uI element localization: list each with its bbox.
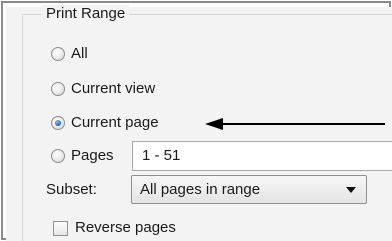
pages-input[interactable]: 1 - 51 xyxy=(132,141,392,171)
radio-pages-label: Pages xyxy=(71,147,114,164)
arrow-left-icon xyxy=(205,118,385,130)
print-range-title: Print Range xyxy=(42,5,130,23)
radio-pages-indicator[interactable] xyxy=(51,149,65,163)
radio-pages[interactable]: Pages xyxy=(51,147,114,165)
radio-all-indicator[interactable] xyxy=(51,47,65,61)
radio-current-view-label: Current view xyxy=(71,80,156,97)
subset-select[interactable]: All pages in range xyxy=(131,175,367,204)
subset-label: Subset: xyxy=(46,181,97,198)
radio-current-view-indicator[interactable] xyxy=(51,82,65,96)
reverse-pages-checkbox-row[interactable]: Reverse pages xyxy=(53,219,176,237)
subset-select-value: All pages in range xyxy=(140,181,261,198)
radio-all[interactable]: All xyxy=(51,45,88,63)
group-box-left-border xyxy=(22,14,23,241)
radio-current-view[interactable]: Current view xyxy=(51,80,155,98)
radio-current-page-indicator[interactable] xyxy=(51,116,65,130)
radio-current-page[interactable]: Current page xyxy=(51,114,159,132)
reverse-pages-checkbox[interactable] xyxy=(53,220,68,236)
radio-all-label: All xyxy=(71,45,88,62)
chevron-down-icon[interactable] xyxy=(346,187,356,193)
radio-current-page-label: Current page xyxy=(71,114,159,131)
reverse-pages-label: Reverse pages xyxy=(75,219,176,236)
